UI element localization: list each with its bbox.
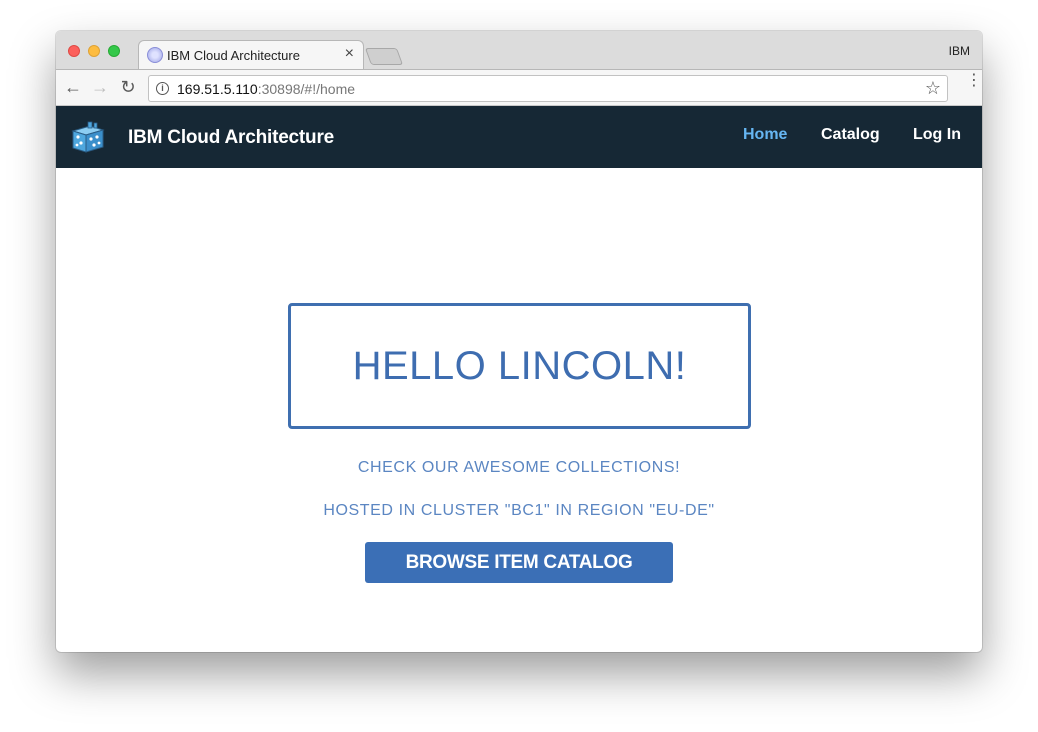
tab-strip: IBM Cloud Architecture × IBM bbox=[56, 31, 982, 69]
cube-logo-icon[interactable] bbox=[70, 120, 106, 154]
tab-title: IBM Cloud Architecture bbox=[167, 48, 300, 63]
greeting-box: HELLO LINCOLN! bbox=[288, 303, 751, 429]
browser-menu-icon[interactable]: ⋮ bbox=[966, 73, 982, 98]
site-navbar: IBM Cloud Architecture Home Catalog Log … bbox=[56, 106, 982, 168]
nav-login-link[interactable]: Log In bbox=[913, 126, 961, 144]
back-arrow-icon[interactable]: ← bbox=[62, 76, 84, 98]
browser-window: IBM Cloud Architecture × IBM ← → ↻ i 169… bbox=[56, 31, 982, 652]
new-tab-button[interactable] bbox=[364, 48, 404, 65]
nav-home-link[interactable]: Home bbox=[743, 126, 787, 144]
address-bar[interactable]: i 169.51.5.110:30898/#!/home ☆ bbox=[148, 75, 948, 102]
browse-catalog-button[interactable]: BROWSE ITEM CATALOG bbox=[365, 542, 673, 583]
greeting-text: HELLO LINCOLN! bbox=[352, 343, 687, 388]
browser-tab-active[interactable]: IBM Cloud Architecture × bbox=[138, 40, 364, 69]
url-host: 169.51.5.110 bbox=[177, 81, 258, 97]
browser-toolbar: ← → ↻ i 169.51.5.110:30898/#!/home ☆ ⋮ bbox=[56, 69, 982, 106]
collections-tagline: CHECK OUR AWESOME COLLECTIONS! bbox=[357, 459, 681, 476]
profile-name[interactable]: IBM bbox=[949, 44, 970, 58]
tab-close-icon[interactable]: × bbox=[345, 45, 354, 62]
info-icon[interactable]: i bbox=[156, 82, 169, 95]
favicon-icon bbox=[147, 47, 163, 63]
cluster-info: HOSTED IN CLUSTER "BC1" IN REGION "EU-DE… bbox=[323, 502, 715, 519]
bookmark-star-icon[interactable]: ☆ bbox=[925, 78, 941, 99]
minimize-window-button[interactable] bbox=[88, 45, 100, 57]
maximize-window-button[interactable] bbox=[108, 45, 120, 57]
reload-icon[interactable]: ↻ bbox=[117, 76, 139, 98]
brand-title[interactable]: IBM Cloud Architecture bbox=[128, 127, 334, 149]
close-window-button[interactable] bbox=[68, 45, 80, 57]
url-text[interactable]: 169.51.5.110:30898/#!/home bbox=[177, 81, 355, 97]
url-path: :30898/#!/home bbox=[257, 81, 356, 97]
forward-arrow-icon[interactable]: → bbox=[89, 76, 111, 98]
nav-catalog-link[interactable]: Catalog bbox=[821, 126, 880, 144]
